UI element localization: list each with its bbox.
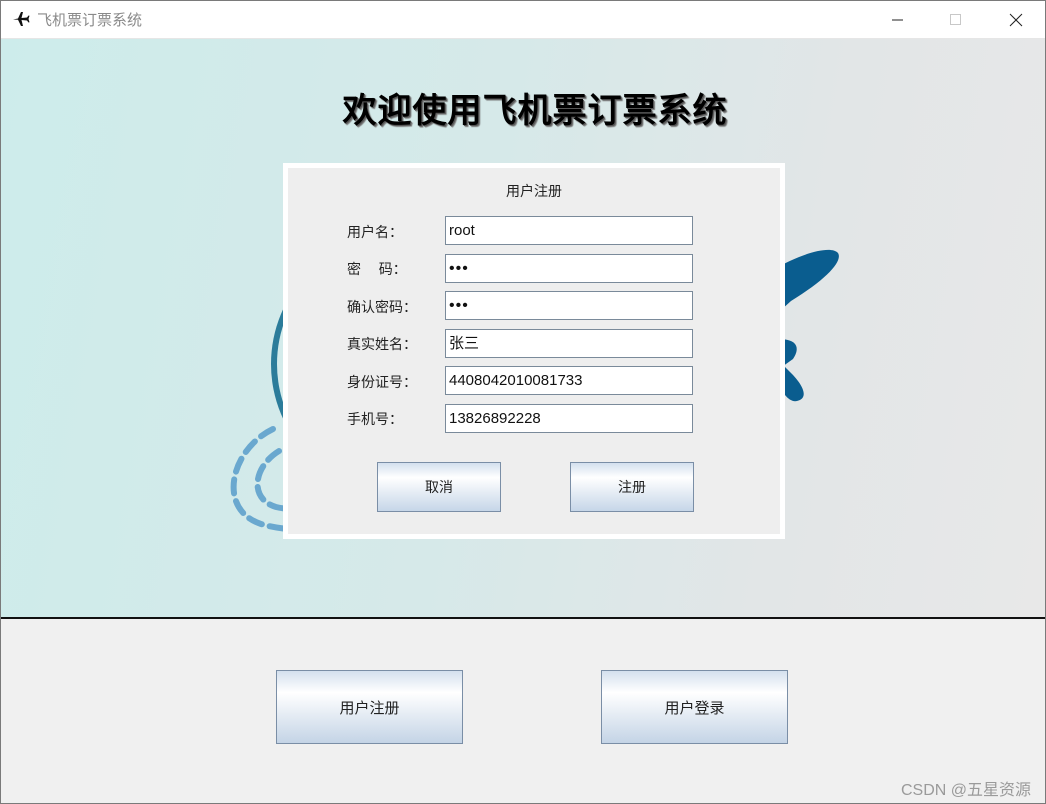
real-name-input[interactable]: 张三	[445, 329, 693, 358]
close-button[interactable]	[987, 1, 1045, 38]
user-register-button[interactable]: 用户注册	[276, 670, 463, 744]
password-label: 密 码：	[347, 262, 407, 278]
confirm-password-input[interactable]: •••	[445, 291, 693, 320]
panel-title: 用户注册	[506, 184, 562, 200]
window-title: 飞机票订票系统	[37, 11, 143, 29]
submit-register-button[interactable]: 注册	[570, 462, 694, 512]
id-number-label: 身份证号：	[347, 375, 417, 391]
watermark: CSDN @五星资源	[900, 782, 1031, 799]
minimize-button[interactable]	[869, 1, 927, 38]
maximize-icon	[950, 13, 961, 25]
airplane-icon	[12, 10, 30, 28]
phone-label: 手机号：	[347, 412, 403, 428]
title-bar[interactable]: 飞机票订票系统	[1, 1, 1045, 39]
real-name-label: 真实姓名：	[347, 337, 417, 353]
close-icon	[1009, 13, 1023, 26]
username-input[interactable]: root	[445, 216, 693, 245]
username-label: 用户名：	[347, 225, 403, 241]
user-login-button[interactable]: 用户登录	[601, 670, 788, 744]
app-window: 飞机票订票系统 欢迎使用飞机票订票系统 用户注册 用户名： root 密 码： …	[0, 0, 1046, 804]
banner: 欢迎使用飞机票订票系统 用户注册 用户名： root 密 码： ••• 确认密码…	[1, 39, 1045, 617]
page-title: 欢迎使用飞机票订票系统	[342, 91, 728, 131]
register-panel: 用户注册 用户名： root 密 码： ••• 确认密码： ••• 真实姓名： …	[283, 163, 785, 539]
phone-input[interactable]: 13826892228	[445, 404, 693, 433]
maximize-button[interactable]	[927, 1, 985, 38]
id-number-input[interactable]: 4408042010081733	[445, 366, 693, 395]
minimize-icon	[892, 19, 903, 20]
cancel-button[interactable]: 取消	[377, 462, 501, 512]
divider	[1, 617, 1045, 619]
confirm-password-label: 确认密码：	[347, 300, 417, 316]
password-input[interactable]: •••	[445, 254, 693, 283]
